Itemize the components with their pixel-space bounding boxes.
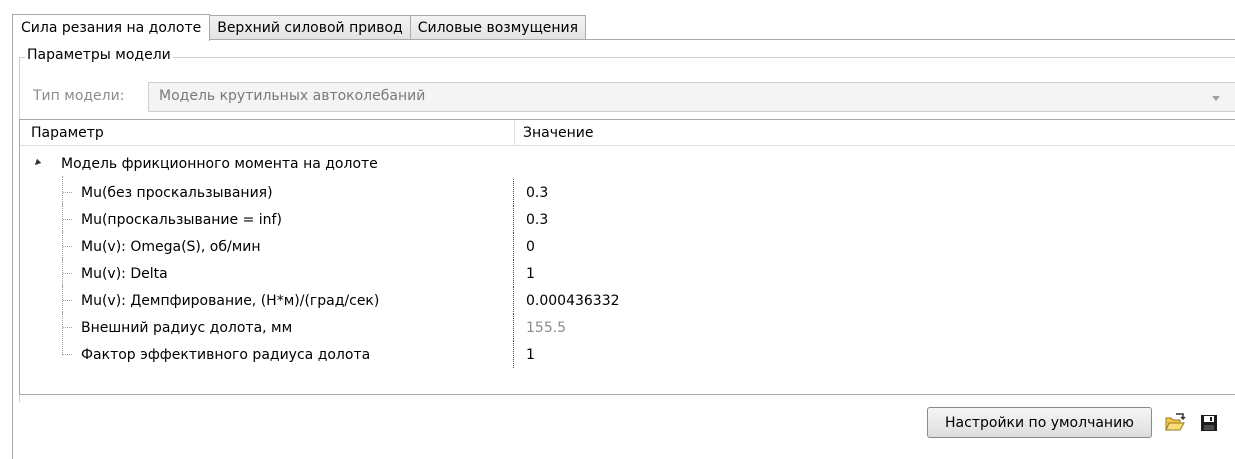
property-value[interactable]: 0.000436332 xyxy=(526,293,620,309)
property-name: Внешний радиус долота, мм xyxy=(81,320,293,336)
tree-line xyxy=(62,311,63,341)
column-header-value[interactable]: Значение xyxy=(523,125,593,141)
value-separator xyxy=(513,260,514,287)
property-name: Mu(v): Omega(S), об/мин xyxy=(81,239,261,255)
model-type-combobox[interactable]: Модель крутильных автоколебаний xyxy=(148,82,1235,112)
tree-line xyxy=(62,284,63,314)
tab-top-drive[interactable]: Верхний силовой привод xyxy=(209,15,411,40)
model-type-value: Модель крутильных автоколебаний xyxy=(159,88,426,104)
tree-branch xyxy=(63,219,72,220)
property-grid: Параметр Значение Модель фрикционного мо… xyxy=(19,119,1235,395)
tab-force-disturbances[interactable]: Силовые возмущения xyxy=(409,15,587,40)
category-row[interactable]: Модель фрикционного момента на долоте xyxy=(20,152,1235,176)
value-separator xyxy=(513,314,514,341)
floppy-disk-icon[interactable] xyxy=(1199,413,1221,433)
grid-header: Параметр Значение xyxy=(20,120,1235,146)
property-value[interactable]: 1 xyxy=(526,347,535,363)
tree-branch xyxy=(63,273,72,274)
property-row[interactable]: Внешний радиус долота, мм 155.5 xyxy=(20,311,1235,341)
property-row[interactable]: Mu(без проскальзывания) 0.3 xyxy=(20,176,1235,206)
tab-bit-cutting-force[interactable]: Сила резания на долоте xyxy=(12,14,211,41)
tree-line xyxy=(62,230,63,260)
property-name: Mu(v): Delta xyxy=(81,266,168,282)
property-row[interactable]: Mu(проскальзывание = inf) 0.3 xyxy=(20,203,1235,233)
tree-branch xyxy=(63,327,72,328)
property-value-readonly: 155.5 xyxy=(526,320,567,336)
expand-triangle-icon[interactable] xyxy=(32,158,42,168)
category-label: Модель фрикционного момента на долоте xyxy=(61,156,378,172)
folder-open-icon[interactable] xyxy=(1164,413,1186,433)
tree-branch xyxy=(63,354,72,355)
tree-line xyxy=(62,257,63,287)
column-header-parameter[interactable]: Параметр xyxy=(31,125,104,141)
tree-line xyxy=(62,176,63,206)
restore-defaults-button[interactable]: Настройки по умолчанию xyxy=(927,407,1152,438)
value-separator xyxy=(513,179,514,206)
tree-branch xyxy=(63,192,72,193)
model-params-title: Параметры модели xyxy=(25,47,173,63)
value-separator xyxy=(513,287,514,314)
tree-branch xyxy=(63,246,72,247)
property-name: Фактор эффективного радиуса долота xyxy=(81,347,371,363)
property-value[interactable]: 1 xyxy=(526,266,535,282)
property-row[interactable]: Mu(v): Демпфирование, (Н*м)/(град/сек) 0… xyxy=(20,284,1235,314)
property-row[interactable]: Фактор эффективного радиуса долота 1 xyxy=(20,338,1235,368)
tree-line xyxy=(62,338,63,355)
value-separator xyxy=(513,341,514,368)
chevron-down-icon[interactable] xyxy=(1212,96,1220,101)
value-separator xyxy=(513,233,514,260)
tree-branch xyxy=(63,300,72,301)
column-divider[interactable] xyxy=(514,120,515,146)
property-row[interactable]: Mu(v): Omega(S), об/мин 0 xyxy=(20,230,1235,260)
property-name: Mu(проскальзывание = inf) xyxy=(81,212,282,228)
property-value[interactable]: 0.3 xyxy=(526,212,548,228)
property-row[interactable]: Mu(v): Delta 1 xyxy=(20,257,1235,287)
property-name: Mu(v): Демпфирование, (Н*м)/(град/сек) xyxy=(81,293,380,309)
tab-strip: Сила резания на долоте Верхний силовой п… xyxy=(12,13,587,41)
value-separator xyxy=(513,206,514,233)
property-value[interactable]: 0.3 xyxy=(526,185,548,201)
model-type-label: Тип модели: xyxy=(33,88,125,104)
property-value[interactable]: 0 xyxy=(526,239,535,255)
property-name: Mu(без проскальзывания) xyxy=(81,185,273,201)
tree-line xyxy=(62,203,63,233)
